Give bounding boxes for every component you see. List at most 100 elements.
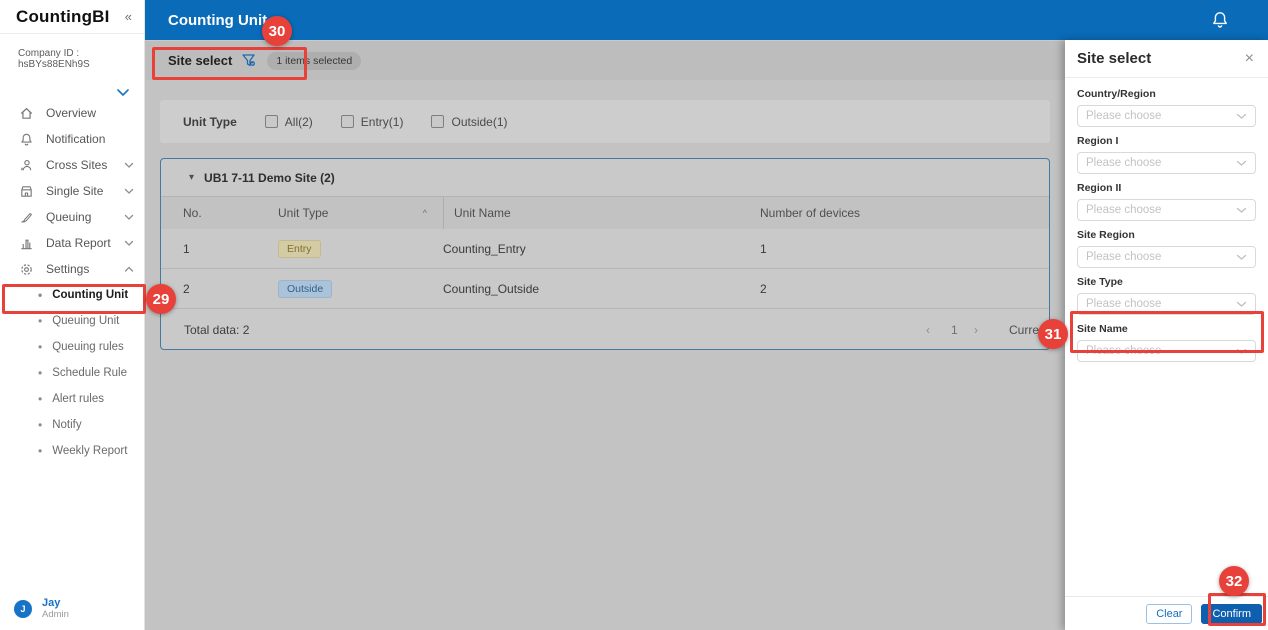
sidebar-item-settings[interactable]: Settings bbox=[0, 256, 145, 282]
checkbox-icon bbox=[341, 115, 354, 128]
user-name: Jay bbox=[42, 597, 69, 609]
cell-devices: 2 bbox=[760, 282, 1049, 296]
sidebar-item-single-site[interactable]: Single Site bbox=[0, 178, 145, 204]
chevron-down-icon bbox=[1236, 113, 1247, 120]
sort-caret-icon: ^ bbox=[423, 208, 427, 218]
bullet-icon: • bbox=[38, 392, 42, 406]
cell-unit-name: Counting_Outside bbox=[443, 282, 760, 296]
user-profile[interactable]: J Jay Admin bbox=[14, 597, 69, 620]
chevron-down-icon bbox=[1236, 301, 1247, 308]
cell-devices: 1 bbox=[760, 242, 1049, 256]
home-icon bbox=[18, 105, 34, 121]
sidebar-item-overview[interactable]: Overview bbox=[0, 100, 145, 126]
col-unit-type[interactable]: Unit Type ^ bbox=[278, 206, 443, 220]
region-2-select[interactable]: Please choose bbox=[1077, 199, 1256, 221]
sidebar-item-data-report[interactable]: Data Report bbox=[0, 230, 145, 256]
col-no: No. bbox=[183, 206, 278, 220]
store-icon bbox=[18, 183, 34, 199]
confirm-button[interactable]: Confirm bbox=[1201, 604, 1262, 624]
sidebar-item-queuing-rules[interactable]: • Queuing rules bbox=[0, 334, 145, 360]
site-name-select[interactable]: Please choose bbox=[1077, 340, 1256, 362]
sidebar-item-alert-rules[interactable]: • Alert rules bbox=[0, 386, 145, 412]
outside-tag: Outside bbox=[278, 280, 332, 298]
drawer-title: Site select bbox=[1077, 50, 1151, 67]
bar-chart-icon bbox=[18, 235, 34, 251]
chevron-down-icon bbox=[123, 240, 135, 247]
cell-unit-type: Outside bbox=[278, 280, 443, 298]
pagination-prev-icon[interactable]: ‹ bbox=[926, 309, 930, 350]
company-id-label: Company ID : hsBYs88ENh9S bbox=[18, 48, 144, 70]
bullet-icon: • bbox=[38, 444, 42, 458]
country-region-select[interactable]: Please choose bbox=[1077, 105, 1256, 127]
unit-type-filter-panel: Unit Type All(2) Entry(1) Outside(1) bbox=[160, 100, 1050, 143]
table-group-header[interactable]: ▾ UB1 7-11 Demo Site (2) bbox=[161, 159, 1049, 197]
filter-funnel-icon[interactable] bbox=[241, 53, 257, 68]
sidebar-item-notification[interactable]: Notification bbox=[0, 126, 145, 152]
company-chevron-down-icon[interactable] bbox=[116, 88, 130, 97]
chevron-down-icon bbox=[1236, 207, 1247, 214]
chevron-down-icon bbox=[123, 188, 135, 195]
annotation-badge-30: 30 bbox=[262, 16, 292, 46]
company-section: Company ID : hsBYs88ENh9S bbox=[0, 34, 144, 70]
sidebar-menu: Overview Notification Cross Sites bbox=[0, 100, 145, 464]
table-row[interactable]: 2 Outside Counting_Outside 2 bbox=[161, 269, 1049, 309]
pagination-next-icon[interactable]: › bbox=[974, 309, 978, 350]
checkbox-all[interactable]: All(2) bbox=[265, 115, 313, 129]
sidebar-item-weekly-report[interactable]: • Weekly Report bbox=[0, 438, 145, 464]
queue-icon bbox=[18, 209, 34, 225]
chevron-down-icon bbox=[1236, 254, 1247, 261]
clear-button[interactable]: Clear bbox=[1146, 604, 1192, 624]
counting-unit-table: ▾ UB1 7-11 Demo Site (2) No. Unit Type ^… bbox=[160, 158, 1050, 350]
close-icon[interactable]: × bbox=[1245, 51, 1254, 67]
field-site-name: Site Name Please choose bbox=[1077, 323, 1256, 362]
logo-row: CountingBI « bbox=[0, 0, 144, 34]
site-select-drawer: Site select × Country/Region Please choo… bbox=[1065, 40, 1268, 630]
app-logo: CountingBI bbox=[16, 7, 110, 27]
field-region-2: Region II Please choose bbox=[1077, 182, 1256, 221]
bullet-icon: • bbox=[38, 340, 42, 354]
field-site-region: Site Region Please choose bbox=[1077, 229, 1256, 268]
site-region-select[interactable]: Please choose bbox=[1077, 246, 1256, 268]
sidebar-item-queuing-unit[interactable]: • Queuing Unit bbox=[0, 308, 145, 334]
main-content: Site select 1 items selected Unit Type A… bbox=[145, 40, 1065, 630]
sidebar-item-cross-sites[interactable]: Cross Sites bbox=[0, 152, 145, 178]
chevron-down-icon bbox=[1236, 348, 1247, 355]
sidebar-item-notify[interactable]: • Notify bbox=[0, 412, 145, 438]
field-country-region: Country/Region Please choose bbox=[1077, 88, 1256, 127]
drawer-footer: Clear Confirm bbox=[1065, 596, 1268, 630]
sidebar-item-schedule-rule[interactable]: • Schedule Rule bbox=[0, 360, 145, 386]
user-role: Admin bbox=[42, 609, 69, 620]
bullet-icon: • bbox=[38, 314, 42, 328]
sidebar-item-queuing[interactable]: Queuing bbox=[0, 204, 145, 230]
table-footer: Total data: 2 ‹ 1 › Current p bbox=[161, 309, 1049, 350]
col-devices: Number of devices bbox=[760, 206, 1049, 220]
chevron-down-icon bbox=[123, 214, 135, 221]
unit-type-label: Unit Type bbox=[183, 115, 237, 129]
sidebar: CountingBI « Company ID : hsBYs88ENh9S O… bbox=[0, 0, 145, 630]
pagination-page-number[interactable]: 1 bbox=[951, 309, 958, 350]
sidebar-item-counting-unit[interactable]: • Counting Unit bbox=[0, 282, 145, 308]
cell-unit-type: Entry bbox=[278, 240, 443, 258]
gear-icon bbox=[18, 261, 34, 277]
table-header-row: No. Unit Type ^ Unit Name Number of devi… bbox=[161, 197, 1049, 229]
sidebar-collapse-icon[interactable]: « bbox=[125, 9, 132, 24]
checkbox-entry[interactable]: Entry(1) bbox=[341, 115, 404, 129]
field-region-1: Region I Please choose bbox=[1077, 135, 1256, 174]
entry-tag: Entry bbox=[278, 240, 321, 258]
chevron-down-icon bbox=[123, 162, 135, 169]
annotation-badge-32: 32 bbox=[1219, 566, 1249, 596]
cell-no: 1 bbox=[183, 242, 278, 256]
page-title: Counting Unit bbox=[168, 12, 267, 29]
drawer-body: Country/Region Please choose Region I Pl… bbox=[1065, 78, 1268, 362]
collapse-triangle-icon: ▾ bbox=[189, 172, 194, 183]
checkbox-outside[interactable]: Outside(1) bbox=[431, 115, 507, 129]
bell-icon bbox=[18, 131, 34, 147]
notification-bell-icon[interactable] bbox=[1210, 10, 1230, 30]
table-row[interactable]: 1 Entry Counting_Entry 1 bbox=[161, 229, 1049, 269]
chevron-up-icon bbox=[123, 266, 135, 273]
top-header-bar: Counting Unit bbox=[145, 0, 1268, 40]
region-1-select[interactable]: Please choose bbox=[1077, 152, 1256, 174]
cell-unit-name: Counting_Entry bbox=[443, 242, 760, 256]
person-network-icon bbox=[18, 157, 34, 173]
site-type-select[interactable]: Please choose bbox=[1077, 293, 1256, 315]
